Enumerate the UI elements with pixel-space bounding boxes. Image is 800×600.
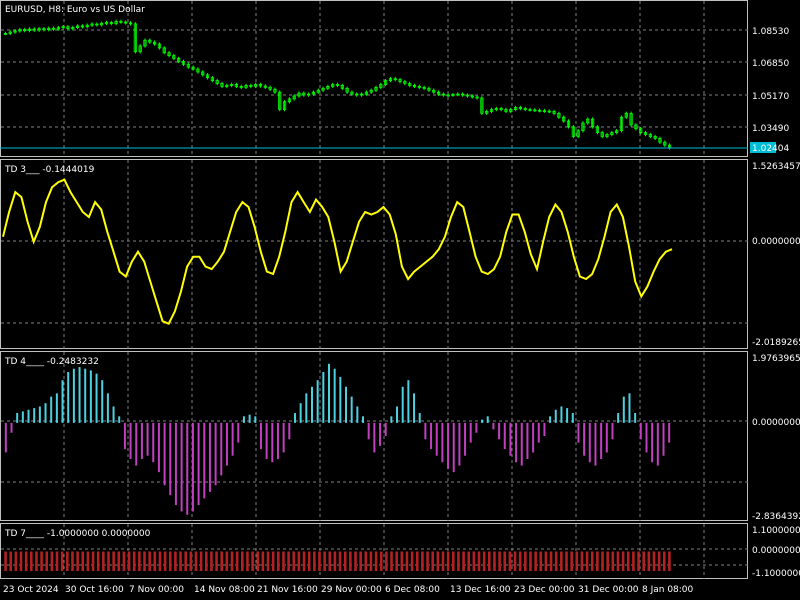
x-tick-label: 23 Oct 2024 (3, 585, 59, 595)
chart-canvas[interactable]: 1.02404 EURUSD, H8: Euro vs US Dollar TD… (0, 0, 800, 600)
td4-tick-label: 1.9763965 (752, 354, 800, 364)
price-candles (3, 19, 672, 150)
current-price-label: 1.02404 (752, 144, 789, 154)
td3-tick-label: 1.5263457 (752, 162, 800, 172)
td3-series-line (2, 178, 673, 325)
price-tick-label: 1.03490 (752, 124, 789, 134)
td4-histogram (4, 363, 671, 515)
td4-pane-title: TD 4____ -0.2483232 (4, 357, 99, 367)
td4-tick-label: 0.0000000 (752, 418, 800, 428)
x-tick-label: 31 Dec 00:00 (578, 585, 639, 595)
x-tick-label: 30 Oct 16:00 (65, 585, 124, 595)
x-tick-label: 21 Nov 16:00 (257, 585, 318, 595)
td3-line (2, 178, 673, 325)
price-tick-label: 1.06850 (752, 59, 789, 69)
x-tick-label: 14 Nov 08:00 (194, 585, 255, 595)
td7-tick-label: 1.1000000 (752, 526, 800, 536)
x-tick-label: 6 Dec 08:00 (385, 585, 440, 595)
x-tick-label: 8 Jan 08:00 (642, 585, 694, 595)
td7-tick-label: -1.1000000 (752, 569, 800, 579)
price-pane-title: EURUSD, H8: Euro vs US Dollar (5, 5, 145, 15)
x-tick-label: 7 Nov 00:00 (129, 585, 184, 595)
td3-pane-title: TD 3___ -0.1444019 (4, 165, 95, 175)
price-tick-label: 1.08530 (752, 27, 789, 37)
td3-tick-label: -2.0189265 (752, 338, 800, 348)
x-tick-label: 23 Dec 00:00 (514, 585, 575, 595)
td4-tick-label: -2.8364392 (752, 512, 800, 522)
x-tick-label: 29 Nov 00:00 (321, 585, 382, 595)
td3-tick-label: 0.0000000 (752, 237, 800, 247)
x-tick-label: 13 Dec 16:00 (450, 585, 511, 595)
td7-histogram (4, 551, 671, 572)
x-axis: 23 Oct 2024 30 Oct 16:00 7 Nov 00:00 14 … (3, 585, 694, 595)
td3-pane[interactable] (0, 159, 748, 349)
td7-tick-label: 0.0000000 (752, 546, 800, 556)
price-tick-label: 1.05170 (752, 92, 789, 102)
td7-pane-title: TD 7____ -1.0000000 0.0000000 (4, 529, 151, 539)
